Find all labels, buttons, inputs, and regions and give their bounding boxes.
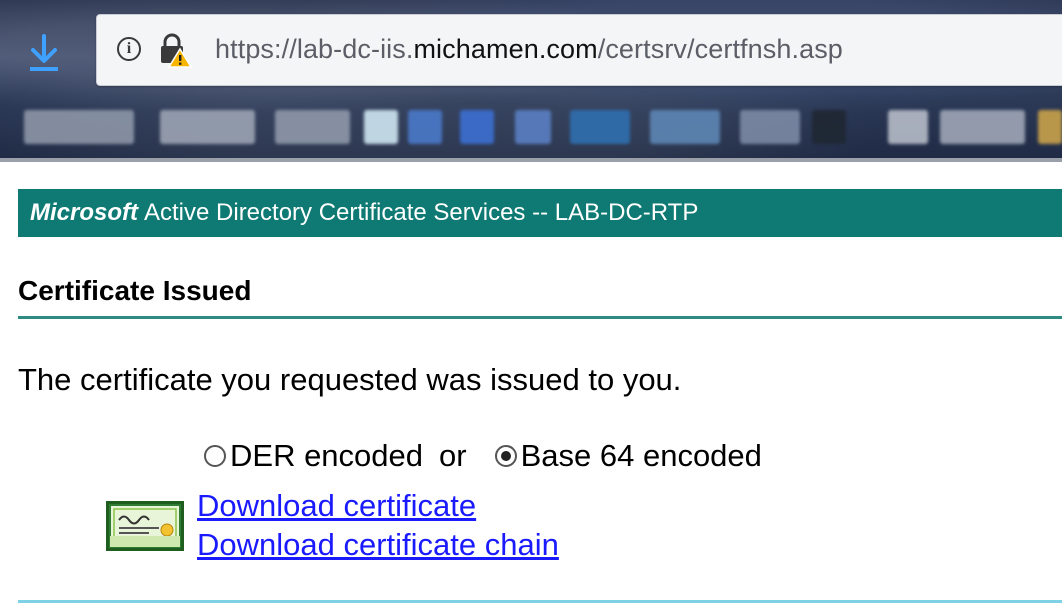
status-message: The certificate you requested was issued… — [18, 362, 682, 397]
bookmark-item[interactable] — [160, 110, 255, 144]
bookmark-item[interactable] — [570, 110, 630, 144]
bookmark-item[interactable] — [24, 110, 134, 144]
lock-warning-icon[interactable] — [155, 31, 193, 69]
url-domain: michamen.com — [413, 34, 598, 64]
bookmark-item[interactable] — [515, 110, 551, 144]
bookmark-item[interactable] — [364, 110, 398, 144]
bottom-divider — [18, 600, 1062, 603]
header-title: Active Directory Certificate Services --… — [144, 199, 699, 226]
bookmark-item[interactable] — [940, 110, 1025, 144]
url-text[interactable]: https://lab-dc-iis.michamen.com/certsrv/… — [215, 34, 843, 65]
bookmark-item[interactable] — [650, 110, 720, 144]
or-label: or — [439, 438, 467, 473]
download-icon[interactable] — [22, 32, 66, 76]
bookmarks-bar — [0, 96, 1062, 158]
bookmark-item[interactable] — [1038, 110, 1062, 144]
address-bar[interactable]: i https://lab-dc-iis.michamen.com/certsr… — [96, 14, 1062, 86]
download-certificate-link[interactable]: Download certificate — [197, 488, 476, 524]
download-chain-link[interactable]: Download certificate chain — [197, 527, 559, 563]
bookmark-item[interactable] — [888, 110, 928, 144]
bookmark-item[interactable] — [275, 110, 350, 144]
encoding-options: DER encoded or Base 64 encoded — [204, 438, 762, 474]
url-suffix: /certsrv/certfnsh.asp — [597, 34, 843, 64]
url-prefix: https://lab-dc-iis. — [215, 34, 414, 64]
brand-name: Microsoft — [30, 199, 138, 226]
base64-label[interactable]: Base 64 encoded — [521, 438, 762, 474]
chrome-divider — [0, 158, 1062, 162]
bookmark-item[interactable] — [740, 110, 800, 144]
bookmark-item[interactable] — [460, 110, 494, 144]
bookmark-item[interactable] — [408, 110, 442, 144]
page-header: Microsoft Active Directory Certificate S… — [18, 189, 1062, 237]
page-title: Certificate Issued — [18, 275, 252, 306]
info-icon[interactable]: i — [117, 37, 141, 61]
der-label[interactable]: DER encoded — [230, 438, 423, 474]
base64-radio[interactable] — [494, 445, 517, 467]
der-radio[interactable] — [204, 445, 226, 467]
certificate-icon — [105, 500, 185, 552]
browser-chrome: i https://lab-dc-iis.michamen.com/certsr… — [0, 0, 1062, 162]
bookmark-item[interactable] — [812, 110, 846, 144]
title-divider — [18, 316, 1062, 319]
